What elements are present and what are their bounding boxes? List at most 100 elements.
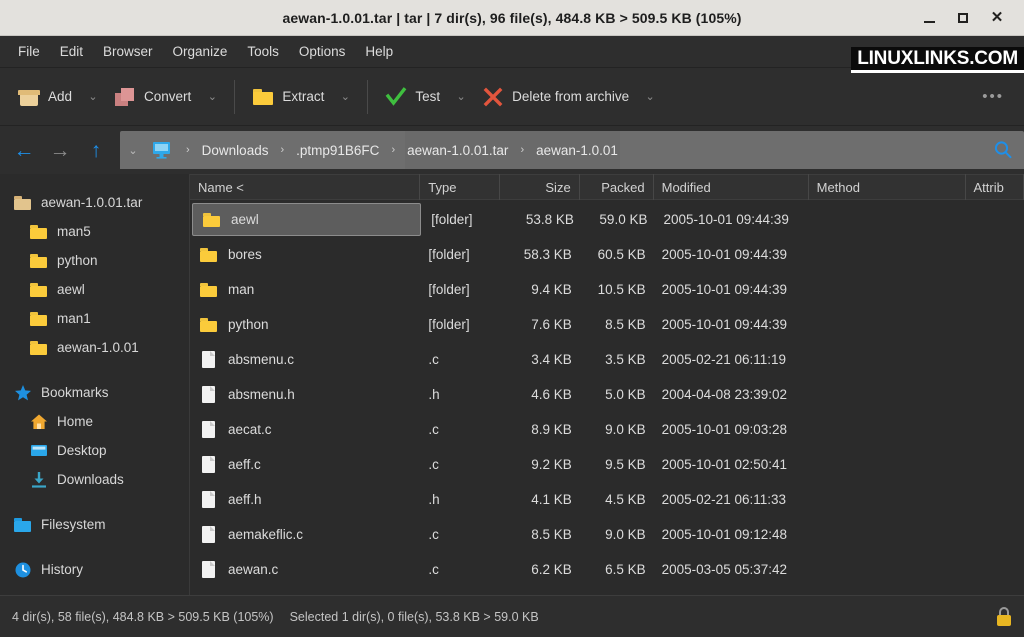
file-icon (200, 420, 218, 439)
sidebar-item-man5[interactable]: man5 (0, 217, 189, 246)
home-icon (30, 413, 48, 431)
cell-attrib (966, 412, 1024, 447)
tar-folder-icon (14, 194, 32, 212)
cell-packed: 60.5 KB (580, 237, 654, 272)
test-button[interactable]: Test (377, 80, 448, 114)
menu-item-tools[interactable]: Tools (237, 39, 289, 64)
cell-name[interactable]: aeff.c (190, 447, 420, 482)
sidebar-item-history[interactable]: History (0, 555, 189, 584)
cell-method (809, 447, 966, 482)
table-row[interactable]: man[folder]9.4 KB10.5 KB2005-10-01 09:44… (190, 272, 1024, 307)
convert-dropdown-button[interactable]: ⌄ (199, 82, 225, 112)
sidebar-item-aewan-1001[interactable]: aewan-1.0.01 (0, 333, 189, 362)
table-row[interactable]: aemakeflic.c.c8.5 KB9.0 KB2005-10-01 09:… (190, 517, 1024, 552)
lock-icon[interactable] (996, 607, 1012, 627)
extract-button[interactable]: Extract (244, 80, 332, 114)
column-header-name[interactable]: Name < (190, 174, 420, 200)
delete-from-archive-button[interactable]: Delete from archive (474, 80, 637, 114)
cell-name[interactable]: man (190, 272, 420, 307)
sidebar-item-aewl[interactable]: aewl (0, 275, 189, 304)
sidebar-section-bookmarks[interactable]: Bookmarks (0, 378, 189, 407)
back-button[interactable]: ← (6, 132, 42, 168)
column-header-size[interactable]: Size (500, 174, 580, 200)
close-button[interactable]: ✕ (980, 3, 1014, 33)
cell-name[interactable]: aecat.c (190, 412, 420, 447)
breadcrumb-segment-archive[interactable]: aewan-1.0.01.tar › aewan-1.0.01 (405, 131, 620, 169)
computer-icon[interactable] (146, 141, 176, 159)
maximize-button[interactable] (946, 3, 980, 33)
breadcrumb: ⌄ › Downloads › .ptmp91B6FC › aewan-1.0.… (120, 131, 1024, 169)
sidebar-item-filesystem[interactable]: Filesystem (0, 510, 189, 539)
menu-item-edit[interactable]: Edit (50, 39, 93, 64)
table-row[interactable]: aeff.c.c9.2 KB9.5 KB2005-10-01 02:50:41 (190, 447, 1024, 482)
table-row[interactable]: absmenu.c.c3.4 KB3.5 KB2005-02-21 06:11:… (190, 342, 1024, 377)
convert-button[interactable]: Convert (106, 80, 199, 114)
cell-type: [folder] (420, 237, 500, 272)
cell-packed: 10.5 KB (580, 272, 654, 307)
status-bar: 4 dir(s), 58 file(s), 484.8 KB > 509.5 K… (0, 595, 1024, 637)
cell-name[interactable]: aemakeflic.c (190, 517, 420, 552)
table-row[interactable]: bores[folder]58.3 KB60.5 KB2005-10-01 09… (190, 237, 1024, 272)
cell-modified: 2005-10-01 09:12:48 (654, 517, 809, 552)
table-row[interactable]: aewan.c.c6.2 KB6.5 KB2005-03-05 05:37:42 (190, 552, 1024, 587)
toolbar-group-convert: Convert ⌄ (106, 68, 225, 125)
menu-item-help[interactable]: Help (355, 39, 403, 64)
sidebar-item-home[interactable]: Home (0, 407, 189, 436)
file-icon (200, 560, 218, 579)
cell-modified: 2005-10-01 09:44:39 (654, 237, 809, 272)
column-header-attrib[interactable]: Attrib (966, 174, 1024, 200)
file-name-label: bores (228, 247, 262, 262)
status-selection: Selected 1 dir(s), 0 file(s), 53.8 KB > … (290, 610, 539, 624)
cell-attrib (966, 237, 1024, 272)
cell-method (809, 517, 966, 552)
sidebar-item-archive-root[interactable]: aewan-1.0.01.tar (0, 188, 189, 217)
cell-name[interactable]: aeff.h (190, 482, 420, 517)
cell-name[interactable]: python (190, 307, 420, 342)
toolbar-overflow-button[interactable]: ••• (982, 88, 1014, 105)
delete-dropdown-button[interactable]: ⌄ (637, 82, 663, 112)
cell-attrib (966, 552, 1024, 587)
toolbar-group-test: Test ⌄ (377, 68, 474, 125)
add-button[interactable]: Add (10, 80, 80, 114)
breadcrumb-dropdown-button[interactable]: ⌄ (120, 144, 146, 157)
sidebar-item-label: man5 (57, 224, 91, 239)
file-name-label: aecat.c (228, 422, 272, 437)
maximize-icon (958, 13, 968, 23)
cell-name[interactable]: absmenu.c (190, 342, 420, 377)
sidebar-item-python[interactable]: python (0, 246, 189, 275)
cell-name[interactable]: aewan.c (190, 552, 420, 587)
cell-modified: 2005-10-01 09:03:28 (654, 412, 809, 447)
menu-item-options[interactable]: Options (289, 39, 356, 64)
cell-name[interactable]: aewl (192, 203, 421, 236)
minimize-button[interactable] (912, 3, 946, 33)
sidebar-item-man1[interactable]: man1 (0, 304, 189, 333)
breadcrumb-segment-downloads[interactable]: Downloads (200, 131, 271, 169)
search-button[interactable] (988, 135, 1018, 165)
sidebar-item-downloads[interactable]: Downloads (0, 465, 189, 494)
cell-name[interactable]: bores (190, 237, 420, 272)
menu-item-file[interactable]: File (8, 39, 50, 64)
table-row[interactable]: absmenu.h.h4.6 KB5.0 KB2004-04-08 23:39:… (190, 377, 1024, 412)
column-header-packed[interactable]: Packed (580, 174, 654, 200)
folder-icon (252, 86, 274, 108)
table-row[interactable]: aecat.c.c8.9 KB9.0 KB2005-10-01 09:03:28 (190, 412, 1024, 447)
extract-dropdown-button[interactable]: ⌄ (332, 82, 358, 112)
cell-size: 8.5 KB (500, 517, 580, 552)
table-row[interactable]: python[folder]7.6 KB8.5 KB2005-10-01 09:… (190, 307, 1024, 342)
test-dropdown-button[interactable]: ⌄ (448, 82, 474, 112)
menu-item-browser[interactable]: Browser (93, 39, 163, 64)
column-header-method[interactable]: Method (809, 174, 966, 200)
cell-method (809, 412, 966, 447)
breadcrumb-segment-ptmp[interactable]: .ptmp91B6FC (294, 131, 381, 169)
forward-button[interactable]: → (42, 132, 78, 168)
table-row[interactable]: aeff.h.h4.1 KB4.5 KB2005-02-21 06:11:33 (190, 482, 1024, 517)
menu-item-organize[interactable]: Organize (163, 39, 238, 64)
cell-name[interactable]: absmenu.h (190, 377, 420, 412)
up-button[interactable]: ↑ (78, 132, 114, 168)
table-row[interactable]: aewl[folder]53.8 KB59.0 KB2005-10-01 09:… (190, 202, 1024, 237)
add-dropdown-button[interactable]: ⌄ (80, 82, 106, 112)
sidebar-item-desktop[interactable]: Desktop (0, 436, 189, 465)
column-header-type[interactable]: Type (420, 174, 500, 200)
column-header-modified[interactable]: Modified (654, 174, 809, 200)
cell-packed: 9.5 KB (580, 447, 654, 482)
